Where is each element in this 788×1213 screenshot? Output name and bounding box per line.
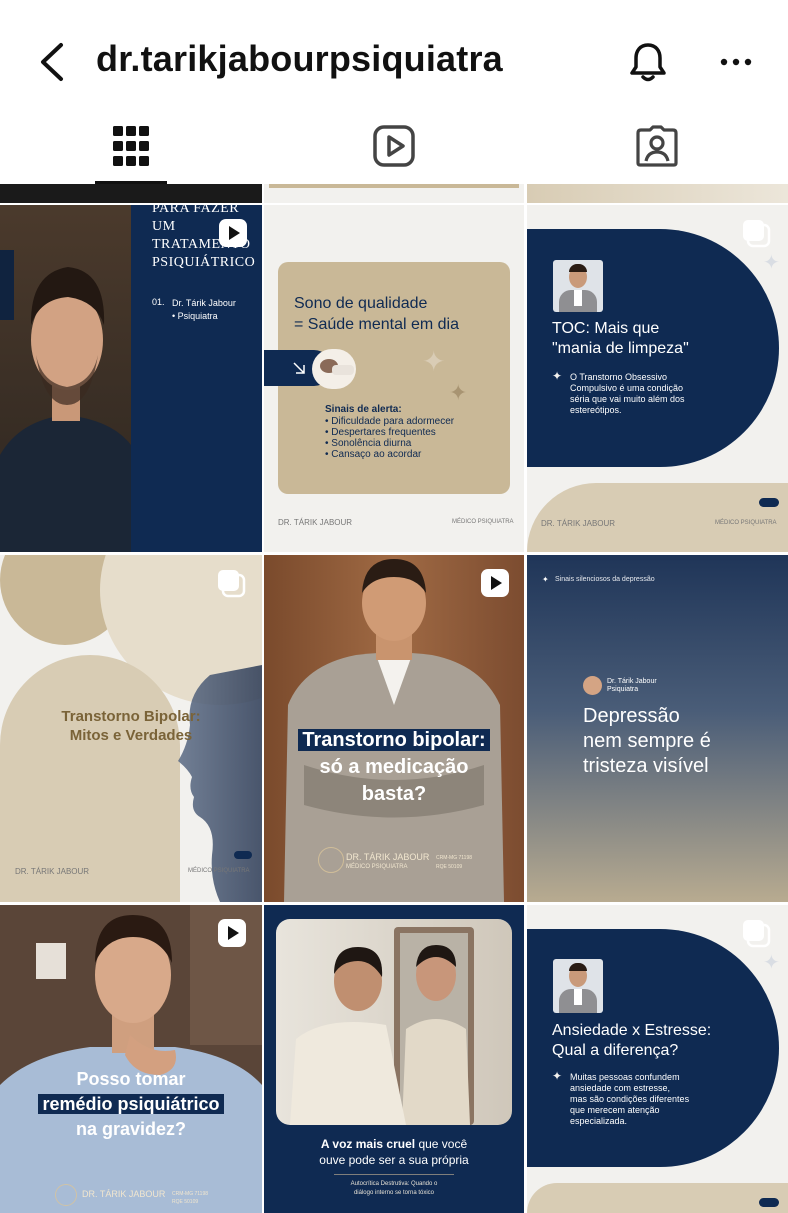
reel-badge-icon bbox=[218, 919, 246, 947]
sparkle-icon: ✦ bbox=[552, 1069, 563, 1083]
post-4-title: Transtorno Bipolar: Mitos e Verdades bbox=[61, 708, 201, 744]
more-options-icon bbox=[720, 58, 752, 66]
brand-logo bbox=[55, 1184, 77, 1206]
post-5-text: Transtorno bipolar: só a medicação basta… bbox=[264, 727, 524, 808]
grid-icon bbox=[113, 126, 149, 166]
notifications-button[interactable] bbox=[626, 40, 670, 84]
post-1[interactable]: PARA FAZER UM TRATAMENTO PSIQUIÁTRICO 01… bbox=[0, 205, 262, 552]
post-partial-1[interactable] bbox=[0, 184, 262, 203]
post-2-footer-left: DR. TÁRIK JABOUR bbox=[278, 518, 353, 527]
post-2-alert-list: • Dificuldade para adormecer • Despertar… bbox=[325, 416, 455, 460]
post-2-footer-right: MÉDICO PSIQUIATRA bbox=[452, 519, 514, 525]
author-photo bbox=[553, 260, 603, 312]
post-1-number: 01. bbox=[152, 297, 165, 307]
post-6-text: Depressão nem sempre é tristeza visível bbox=[583, 705, 711, 777]
post-8[interactable]: A voz mais cruel que você ouve pode ser … bbox=[264, 905, 524, 1213]
carousel-badge-icon bbox=[743, 220, 771, 248]
sparkle-icon: ✦ bbox=[449, 380, 468, 405]
post-7-brand: DR. TÁRIK JABOUR bbox=[82, 1189, 166, 1199]
reel-badge-icon bbox=[481, 569, 509, 597]
post-9-title: Ansiedade x Estresse: Qual a diferença? bbox=[552, 1022, 712, 1059]
sparkle-icon: ✦ bbox=[422, 346, 446, 377]
post-7-text: Posso tomar remédio psiquiátrico na grav… bbox=[0, 1067, 262, 1142]
post-partial-3[interactable] bbox=[527, 184, 788, 203]
person-photo bbox=[0, 250, 131, 552]
sleeping-person-photo bbox=[312, 349, 356, 389]
post-2-alert-title: Sinais de alerta: bbox=[325, 404, 402, 415]
post-2[interactable]: Sono de qualidade = Saúde mental em dia … bbox=[264, 205, 524, 552]
post-4-footer-left: DR. TÁRIK JABOUR bbox=[15, 867, 90, 876]
author-avatar bbox=[583, 676, 602, 695]
post-5-brand: DR. TÁRIK JABOUR MÉDICO PSIQUIATRA bbox=[346, 852, 430, 870]
arrow-down-right-icon bbox=[293, 362, 305, 374]
post-6-topline: Sinais silenciosos da depressão bbox=[555, 576, 655, 583]
post-7[interactable]: Posso tomar remédio psiquiátrico na grav… bbox=[0, 905, 262, 1213]
post-9[interactable]: Ansiedade x Estresse: Qual a diferença? … bbox=[527, 905, 788, 1213]
post-4-footer-right: MÉDICO PSIQUIATRA bbox=[188, 868, 250, 874]
tagged-person-icon bbox=[636, 125, 678, 167]
post-8-quote: A voz mais cruel que você ouve pode ser … bbox=[319, 1137, 469, 1167]
mirror-photo bbox=[276, 919, 512, 1125]
post-3-title: TOC: Mais que "mania de limpeza" bbox=[552, 320, 689, 357]
post-2-title: Sono de qualidade = Saúde mental em dia bbox=[294, 295, 459, 333]
post-3-footer-right: MÉDICO PSIQUIATRA bbox=[715, 520, 777, 526]
woman-profile-silhouette bbox=[178, 665, 262, 902]
more-options-button[interactable] bbox=[714, 40, 758, 84]
reel-badge-icon bbox=[219, 219, 247, 247]
post-3-footer-left: DR. TÁRIK JABOUR bbox=[541, 519, 616, 528]
post-8-subtitle: Autocrítica Destrutiva: Quando o diálogo… bbox=[350, 1181, 438, 1196]
tab-reels[interactable] bbox=[263, 108, 525, 184]
post-3[interactable]: TOC: Mais que "mania de limpeza" ✦ O Tra… bbox=[527, 205, 788, 552]
sparkle-icon: ✦ bbox=[552, 369, 563, 383]
profile-header: dr.tarikjabourpsiquiatra bbox=[0, 0, 788, 125]
tab-tagged[interactable] bbox=[526, 108, 788, 184]
sparkle-icon: ✦ bbox=[542, 575, 549, 584]
post-1-author: Dr. Tárik Jabour • Psiquiatra bbox=[172, 298, 236, 321]
post-7-registration: CRM-MG 71198 RQE 50109 bbox=[172, 1191, 209, 1205]
post-6[interactable]: ✦ Sinais silenciosos da depressão Dr. Tá… bbox=[527, 555, 788, 902]
post-9-body: Muitas pessoas confundem ansiedade com e… bbox=[570, 1072, 690, 1126]
profile-username: dr.tarikjabourpsiquiatra bbox=[96, 38, 503, 79]
brand-logo bbox=[318, 847, 344, 873]
sparkle-icon: ✦ bbox=[763, 252, 780, 274]
post-3-body: O Transtorno Obsessivo Compulsivo é uma … bbox=[570, 372, 685, 415]
sparkle-icon: ✦ bbox=[763, 952, 780, 974]
carousel-badge-icon bbox=[743, 920, 771, 948]
person-photo bbox=[0, 905, 262, 1213]
back-arrow-icon bbox=[41, 43, 63, 81]
back-button[interactable] bbox=[30, 40, 74, 84]
author-photo bbox=[553, 959, 603, 1013]
profile-tabs bbox=[0, 108, 788, 184]
post-4[interactable]: Transtorno Bipolar: Mitos e Verdades DR.… bbox=[0, 555, 262, 902]
reels-icon bbox=[373, 125, 415, 167]
post-6-author: Dr. Tárik Jabour Psiquiatra bbox=[607, 678, 657, 693]
posts-grid: PARA FAZER UM TRATAMENTO PSIQUIÁTRICO 01… bbox=[0, 184, 788, 1213]
post-5-registration: CRM-MG 71198 RQE 50109 bbox=[436, 855, 473, 870]
tab-posts-grid[interactable] bbox=[0, 108, 262, 184]
post-5[interactable]: Transtorno bipolar: só a medicação basta… bbox=[264, 555, 524, 902]
bell-icon bbox=[630, 43, 666, 82]
carousel-badge-icon bbox=[218, 570, 246, 598]
post-partial-2[interactable] bbox=[264, 184, 524, 203]
